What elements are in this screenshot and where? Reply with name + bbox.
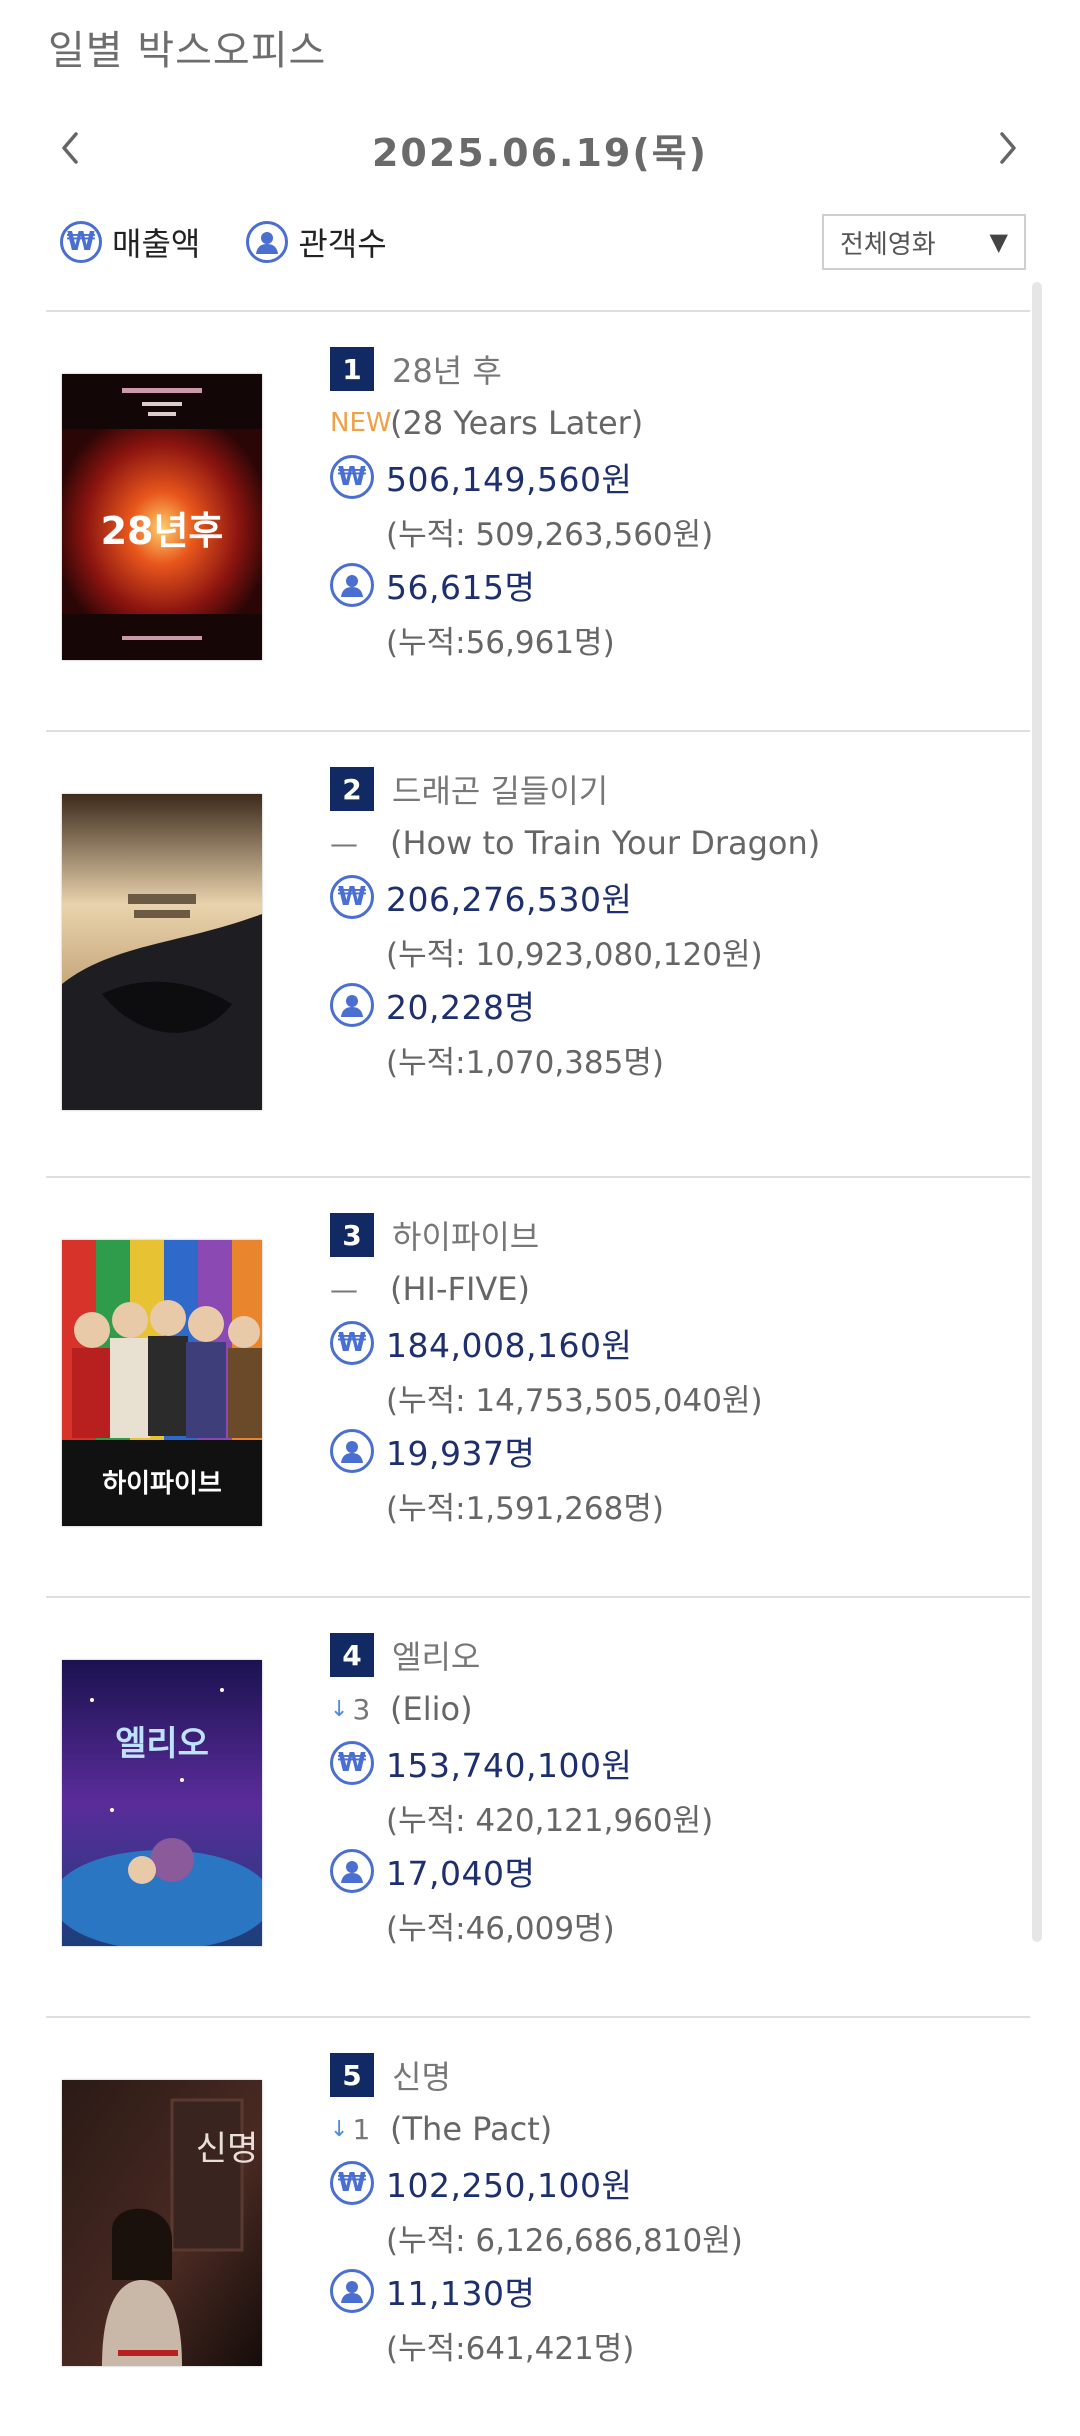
movie-item[interactable]: 하이파이브 3 하이파이브 — (HI-FIVE) ₩ 184,008,160원… xyxy=(46,1176,1030,1596)
won-circle-icon: ₩ xyxy=(330,875,374,919)
cumulative-revenue: (누적: 420,121,960원) xyxy=(386,1802,714,1839)
movie-title-en: (HI-FIVE) xyxy=(390,1270,530,1308)
movie-item[interactable]: 엘리오 4 엘리오 ↓ 3 (Elio) ₩ 153,740,100원 (누적: … xyxy=(46,1596,1030,2016)
legend-revenue-label: 매출액 xyxy=(112,225,201,263)
date-label: 2025.06.19(목) xyxy=(371,131,709,175)
movie-poster[interactable]: 하이파이브 xyxy=(62,1240,262,1526)
movie-title-en: (Elio) xyxy=(390,1690,473,1728)
movie-item[interactable]: 2 드래곤 길들이기 — (How to Train Your Dragon) … xyxy=(46,730,1030,1176)
movie-title-ko[interactable]: 28년 후 xyxy=(392,346,502,392)
rank-change-new: NEW xyxy=(330,408,392,438)
poster-title-text: 신명 xyxy=(196,2129,259,2169)
cumulative-audience: (누적:56,961명) xyxy=(386,624,615,661)
scrollbar[interactable] xyxy=(1032,282,1042,1942)
movie-item[interactable]: 신명 5 신명 ↓ 1 (The Pact) ₩ 102,250,100원 (누적… xyxy=(46,2016,1030,2436)
page-title: 일별 박스오피스 xyxy=(48,28,327,74)
cumulative-revenue: (누적: 509,263,560원) xyxy=(386,516,714,553)
rank-change-down: ↓ 1 xyxy=(330,2112,371,2146)
daily-audience: 17,040명 xyxy=(386,1854,536,1893)
cumulative-audience: (누적:1,591,268명) xyxy=(386,1490,664,1527)
movie-item[interactable]: 28년후 1 28년 후 NEW (28 Years Later) ₩ 506,… xyxy=(46,310,1030,730)
daily-revenue: 102,250,100원 xyxy=(386,2166,633,2205)
daily-revenue: 206,276,530원 xyxy=(386,880,633,919)
movie-info: 2 드래곤 길들이기 — (How to Train Your Dragon) … xyxy=(330,762,1020,1086)
daily-audience: 19,937명 xyxy=(386,1434,536,1473)
won-circle-icon: ₩ xyxy=(330,1321,374,1365)
rank-badge: 1 xyxy=(330,347,374,391)
won-circle-icon: ₩ xyxy=(330,2161,374,2205)
movie-title-ko[interactable]: 신명 xyxy=(392,2052,451,2098)
box-office-list: 28년후 1 28년 후 NEW (28 Years Later) ₩ 506,… xyxy=(46,310,1030,2436)
poster-title-text: 엘리오 xyxy=(115,1724,209,1764)
person-circle-icon xyxy=(330,563,374,607)
movie-filter-select[interactable]: 전체영화 ▼ xyxy=(822,214,1026,270)
legend-revenue: ₩ 매출액 xyxy=(60,219,200,265)
daily-audience: 56,615명 xyxy=(386,568,536,607)
person-circle-icon xyxy=(330,983,374,1027)
rank-badge: 4 xyxy=(330,1633,374,1677)
daily-revenue: 506,149,560원 xyxy=(386,460,633,499)
person-circle-icon xyxy=(330,1849,374,1893)
rank-badge: 5 xyxy=(330,2053,374,2097)
legend-audience-label: 관객수 xyxy=(298,225,387,263)
date-navigator: 2025.06.19(목) xyxy=(0,110,1080,190)
movie-info: 1 28년 후 NEW (28 Years Later) ₩ 506,149,5… xyxy=(330,342,1020,666)
rank-change-same: — xyxy=(330,826,358,860)
chevron-right-icon[interactable] xyxy=(984,124,1032,172)
movie-poster[interactable]: 신명 xyxy=(62,2080,262,2366)
poster-title-text: 하이파이브 xyxy=(102,1469,222,1499)
rank-badge: 2 xyxy=(330,767,374,811)
movie-title-en: (How to Train Your Dragon) xyxy=(390,824,821,862)
person-circle-icon xyxy=(330,2269,374,2313)
movie-info: 5 신명 ↓ 1 (The Pact) ₩ 102,250,100원 (누적: 6… xyxy=(330,2048,1020,2372)
won-circle-icon: ₩ xyxy=(330,1741,374,1785)
movie-poster[interactable]: 엘리오 xyxy=(62,1660,262,1946)
movie-info: 3 하이파이브 — (HI-FIVE) ₩ 184,008,160원 (누적: … xyxy=(330,1208,1020,1532)
cumulative-audience: (누적:46,009명) xyxy=(386,1910,615,1947)
movie-title-ko[interactable]: 드래곤 길들이기 xyxy=(392,766,608,812)
filter-selected-label: 전체영화 xyxy=(840,229,936,260)
rank-badge: 3 xyxy=(330,1213,374,1257)
daily-audience: 11,130명 xyxy=(386,2274,536,2313)
person-circle-icon xyxy=(330,1429,374,1473)
arrow-down-icon: ↓ xyxy=(330,1696,349,1722)
movie-poster[interactable]: 28년후 xyxy=(62,374,262,660)
won-circle-icon: ₩ xyxy=(330,455,374,499)
daily-revenue: 184,008,160원 xyxy=(386,1326,633,1365)
arrow-down-icon: ↓ xyxy=(330,2116,349,2142)
movie-info: 4 엘리오 ↓ 3 (Elio) ₩ 153,740,100원 (누적: 420,… xyxy=(330,1628,1020,1952)
movie-title-ko[interactable]: 엘리오 xyxy=(392,1632,480,1678)
cumulative-revenue: (누적: 6,126,686,810원) xyxy=(386,2222,743,2259)
daily-audience: 20,228명 xyxy=(386,988,536,1027)
legend: ₩ 매출액 관객수 xyxy=(60,212,433,272)
won-circle-icon: ₩ xyxy=(60,221,102,263)
poster-title-text: 28년후 xyxy=(101,509,224,553)
movie-title-en: (The Pact) xyxy=(390,2110,553,2148)
daily-revenue: 153,740,100원 xyxy=(386,1746,633,1785)
movie-title-en: (28 Years Later) xyxy=(390,404,644,442)
cumulative-audience: (누적:1,070,385명) xyxy=(386,1044,664,1081)
person-circle-icon xyxy=(246,221,289,263)
cumulative-audience: (누적:641,421명) xyxy=(386,2330,635,2367)
legend-audience: 관객수 xyxy=(246,219,387,265)
movie-poster[interactable] xyxy=(62,794,262,1110)
movie-title-ko[interactable]: 하이파이브 xyxy=(392,1212,539,1258)
rank-change-same: — xyxy=(330,1272,358,1306)
cumulative-revenue: (누적: 14,753,505,040원) xyxy=(386,1382,763,1419)
triangle-down-icon: ▼ xyxy=(989,228,1008,256)
cumulative-revenue: (누적: 10,923,080,120원) xyxy=(386,936,763,973)
rank-change-down: ↓ 3 xyxy=(330,1692,371,1726)
